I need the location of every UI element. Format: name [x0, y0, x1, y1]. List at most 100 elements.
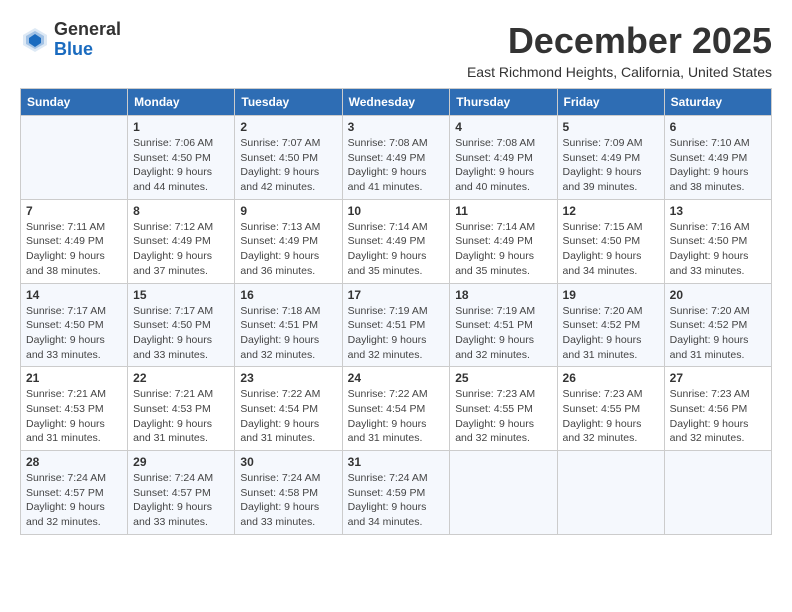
day-info: Sunrise: 7:10 AMSunset: 4:49 PMDaylight:…: [670, 136, 766, 195]
day-number: 13: [670, 204, 766, 218]
calendar-cell: 21Sunrise: 7:21 AMSunset: 4:53 PMDayligh…: [21, 367, 128, 451]
day-number: 16: [240, 288, 336, 302]
calendar-cell: 9 Sunrise: 7:13 AMSunset: 4:49 PMDaylight…: [235, 199, 342, 283]
calendar-cell: 16 Sunrise: 7:18 AMSunset: 4:51 PMDayligh…: [235, 283, 342, 367]
day-info: Sunrise: 7:16 AMSunset: 4:50 PMDaylight:…: [670, 220, 766, 279]
calendar-cell: 22 Sunrise: 7:21 AMSunset: 4:53 PMDayligh…: [128, 367, 235, 451]
calendar-cell: 23Sunrise: 7:22 AMSunset: 4:54 PMDayligh…: [235, 367, 342, 451]
calendar-cell: 25 Sunrise: 7:23 AMSunset: 4:55 PMDayligh…: [450, 367, 557, 451]
day-number: 20: [670, 288, 766, 302]
day-number: 18: [455, 288, 551, 302]
logo-icon: [20, 25, 50, 55]
calendar-cell: 19 Sunrise: 7:20 AMSunset: 4:52 PMDayligh…: [557, 283, 664, 367]
day-info: Sunrise: 7:08 AMSunset: 4:49 PMDaylight:…: [455, 136, 551, 195]
weekday-header-saturday: Saturday: [664, 89, 771, 116]
calendar-cell: 4Sunrise: 7:08 AMSunset: 4:49 PMDaylight…: [450, 116, 557, 200]
day-number: 14: [26, 288, 122, 302]
calendar-cell: 17Sunrise: 7:19 AMSunset: 4:51 PMDayligh…: [342, 283, 450, 367]
calendar-cell: [664, 451, 771, 535]
day-number: 22: [133, 371, 229, 385]
weekday-header-tuesday: Tuesday: [235, 89, 342, 116]
calendar-cell: 15 Sunrise: 7:17 AMSunset: 4:50 PMDayligh…: [128, 283, 235, 367]
calendar-cell: 20 Sunrise: 7:20 AMSunset: 4:52 PMDayligh…: [664, 283, 771, 367]
day-info: Sunrise: 7:17 AMSunset: 4:50 PMDaylight:…: [26, 304, 122, 363]
day-info: Sunrise: 7:17 AMSunset: 4:50 PMDaylight:…: [133, 304, 229, 363]
day-info: Sunrise: 7:22 AMSunset: 4:54 PMDaylight:…: [240, 387, 336, 446]
day-info: Sunrise: 7:07 AMSunset: 4:50 PMDaylight:…: [240, 136, 336, 195]
calendar-cell: 28 Sunrise: 7:24 AMSunset: 4:57 PMDayligh…: [21, 451, 128, 535]
calendar-cell: 2Sunrise: 7:07 AMSunset: 4:50 PMDaylight…: [235, 116, 342, 200]
day-number: 31: [348, 455, 445, 469]
day-info: Sunrise: 7:11 AMSunset: 4:49 PMDaylight:…: [26, 220, 122, 279]
calendar-cell: 18 Sunrise: 7:19 AMSunset: 4:51 PMDayligh…: [450, 283, 557, 367]
day-number: 30: [240, 455, 336, 469]
logo: General Blue: [20, 20, 121, 60]
weekday-header-thursday: Thursday: [450, 89, 557, 116]
logo-blue-text: Blue: [54, 39, 93, 59]
day-info: Sunrise: 7:20 AMSunset: 4:52 PMDaylight:…: [670, 304, 766, 363]
weekday-header-monday: Monday: [128, 89, 235, 116]
day-number: 29: [133, 455, 229, 469]
page-header: General Blue December 2025 East Richmond…: [20, 20, 772, 80]
day-number: 15: [133, 288, 229, 302]
day-number: 3: [348, 120, 445, 134]
day-info: Sunrise: 7:14 AMSunset: 4:49 PMDaylight:…: [348, 220, 445, 279]
calendar-cell: 5Sunrise: 7:09 AMSunset: 4:49 PMDaylight…: [557, 116, 664, 200]
location-text: East Richmond Heights, California, Unite…: [467, 64, 772, 80]
day-number: 9: [240, 204, 336, 218]
day-number: 28: [26, 455, 122, 469]
day-info: Sunrise: 7:21 AMSunset: 4:53 PMDaylight:…: [133, 387, 229, 446]
day-info: Sunrise: 7:06 AMSunset: 4:50 PMDaylight:…: [133, 136, 229, 195]
weekday-header-friday: Friday: [557, 89, 664, 116]
day-info: Sunrise: 7:18 AMSunset: 4:51 PMDaylight:…: [240, 304, 336, 363]
calendar-week-row: 21 Sunrise: 7:21 AMSunset: 4:53 PMDayligh…: [21, 367, 772, 451]
day-number: 27: [670, 371, 766, 385]
day-info: Sunrise: 7:24 AMSunset: 4:59 PMDaylight:…: [348, 471, 445, 530]
day-info: Sunrise: 7:09 AMSunset: 4:49 PMDaylight:…: [563, 136, 659, 195]
calendar-cell: 10 Sunrise: 7:14 AMSunset: 4:49 PMDayligh…: [342, 199, 450, 283]
calendar-cell: 7 Sunrise: 7:11 AMSunset: 4:49 PMDaylight…: [21, 199, 128, 283]
calendar-week-row: 7 Sunrise: 7:11 AMSunset: 4:49 PMDaylight…: [21, 199, 772, 283]
calendar-table: SundayMondayTuesdayWednesdayThursdayFrid…: [20, 88, 772, 535]
month-title: December 2025: [467, 20, 772, 62]
calendar-week-row: 28 Sunrise: 7:24 AMSunset: 4:57 PMDayligh…: [21, 451, 772, 535]
calendar-cell: 14 Sunrise: 7:17 AMSunset: 4:50 PMDayligh…: [21, 283, 128, 367]
day-info: Sunrise: 7:08 AMSunset: 4:49 PMDaylight:…: [348, 136, 445, 195]
calendar-cell: 24Sunrise: 7:22 AMSunset: 4:54 PMDayligh…: [342, 367, 450, 451]
calendar-cell: 1Sunrise: 7:06 AMSunset: 4:50 PMDaylight…: [128, 116, 235, 200]
calendar-cell: [450, 451, 557, 535]
day-info: Sunrise: 7:24 AMSunset: 4:57 PMDaylight:…: [133, 471, 229, 530]
day-info: Sunrise: 7:13 AMSunset: 4:49 PMDaylight:…: [240, 220, 336, 279]
calendar-cell: 13 Sunrise: 7:16 AMSunset: 4:50 PMDayligh…: [664, 199, 771, 283]
day-number: 7: [26, 204, 122, 218]
day-number: 26: [563, 371, 659, 385]
calendar-cell: 30Sunrise: 7:24 AMSunset: 4:58 PMDayligh…: [235, 451, 342, 535]
day-info: Sunrise: 7:15 AMSunset: 4:50 PMDaylight:…: [563, 220, 659, 279]
logo-text: General Blue: [54, 20, 121, 60]
day-info: Sunrise: 7:23 AMSunset: 4:56 PMDaylight:…: [670, 387, 766, 446]
title-block: December 2025 East Richmond Heights, Cal…: [467, 20, 772, 80]
day-number: 25: [455, 371, 551, 385]
calendar-cell: 26Sunrise: 7:23 AMSunset: 4:55 PMDayligh…: [557, 367, 664, 451]
calendar-cell: 8Sunrise: 7:12 AMSunset: 4:49 PMDaylight…: [128, 199, 235, 283]
calendar-cell: 27 Sunrise: 7:23 AMSunset: 4:56 PMDayligh…: [664, 367, 771, 451]
day-info: Sunrise: 7:19 AMSunset: 4:51 PMDaylight:…: [455, 304, 551, 363]
calendar-week-row: 1Sunrise: 7:06 AMSunset: 4:50 PMDaylight…: [21, 116, 772, 200]
day-number: 19: [563, 288, 659, 302]
day-info: Sunrise: 7:24 AMSunset: 4:57 PMDaylight:…: [26, 471, 122, 530]
calendar-cell: [557, 451, 664, 535]
day-info: Sunrise: 7:19 AMSunset: 4:51 PMDaylight:…: [348, 304, 445, 363]
day-number: 10: [348, 204, 445, 218]
calendar-cell: 29 Sunrise: 7:24 AMSunset: 4:57 PMDayligh…: [128, 451, 235, 535]
calendar-cell: 31 Sunrise: 7:24 AMSunset: 4:59 PMDayligh…: [342, 451, 450, 535]
day-info: Sunrise: 7:20 AMSunset: 4:52 PMDaylight:…: [563, 304, 659, 363]
weekday-header-row: SundayMondayTuesdayWednesdayThursdayFrid…: [21, 89, 772, 116]
weekday-header-sunday: Sunday: [21, 89, 128, 116]
day-info: Sunrise: 7:12 AMSunset: 4:49 PMDaylight:…: [133, 220, 229, 279]
calendar-cell: 6 Sunrise: 7:10 AMSunset: 4:49 PMDaylight…: [664, 116, 771, 200]
logo-general-text: General: [54, 19, 121, 39]
day-number: 6: [670, 120, 766, 134]
calendar-cell: 12Sunrise: 7:15 AMSunset: 4:50 PMDayligh…: [557, 199, 664, 283]
day-info: Sunrise: 7:23 AMSunset: 4:55 PMDaylight:…: [455, 387, 551, 446]
day-number: 21: [26, 371, 122, 385]
